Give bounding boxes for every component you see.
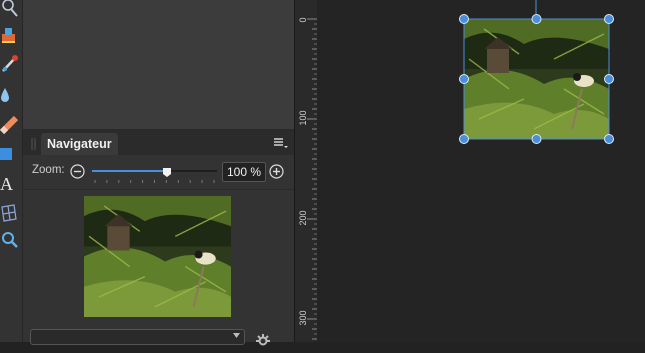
resize-handle-e[interactable] — [604, 74, 614, 84]
text-icon[interactable]: A — [0, 174, 20, 194]
ruler-label-0: 0 — [298, 17, 308, 22]
slider-ticks — [94, 180, 215, 183]
grip-icon[interactable] — [30, 137, 38, 150]
divider — [23, 189, 294, 190]
svg-text:A: A — [0, 174, 13, 194]
crop-icon[interactable] — [0, 0, 20, 20]
resize-handle-ne[interactable] — [604, 14, 614, 24]
fill-icon[interactable] — [0, 26, 20, 46]
ruler-label-200: 200 — [298, 210, 308, 225]
zoom-row: Zoom: 100 % — [23, 155, 294, 188]
navigator-preview-image[interactable] — [84, 196, 231, 317]
navigator-panel: Navigateur Zoom: 100 % — [23, 130, 294, 346]
view-dropdown[interactable] — [30, 329, 245, 345]
layers-panel-area — [23, 0, 294, 130]
resize-handle-s[interactable] — [531, 134, 542, 144]
zoom-slider[interactable] — [92, 167, 217, 187]
vertical-ruler[interactable]: 0 100 200 300 — [294, 0, 318, 342]
tools-toolbar: A — [0, 0, 23, 342]
ruler-label-300: 300 — [298, 310, 308, 325]
panel-header: Navigateur — [23, 130, 294, 155]
chevron-down-icon — [233, 333, 240, 338]
document-canvas[interactable] — [317, 0, 645, 342]
resize-handle-w[interactable] — [459, 74, 469, 84]
mesh-icon[interactable] — [0, 203, 20, 223]
ruler-label: 0 100 200 300 — [298, 17, 308, 325]
eraser-icon[interactable] — [0, 114, 20, 135]
gear-icon[interactable] — [256, 334, 270, 348]
tab-navigator[interactable]: Navigateur — [41, 133, 118, 155]
resize-handle-sw[interactable] — [459, 134, 469, 144]
eyedropper-icon[interactable] — [0, 86, 20, 106]
slider-fill — [92, 170, 167, 172]
menu-icon[interactable] — [274, 136, 288, 148]
selection-box[interactable] — [458, 13, 618, 147]
zoom-icon[interactable] — [0, 230, 20, 250]
minus-circle-icon[interactable] — [70, 164, 85, 179]
zoom-label: Zoom: — [32, 164, 65, 176]
ruler-label-100: 100 — [298, 110, 308, 125]
plus-circle-icon[interactable] — [269, 164, 284, 179]
resize-handle-nw[interactable] — [459, 14, 469, 24]
resize-handle-se[interactable] — [604, 134, 614, 144]
ruler-minor-ticks — [307, 18, 317, 340]
rectangle-icon[interactable] — [0, 144, 20, 164]
brush-icon[interactable] — [0, 54, 20, 74]
zoom-value-field[interactable]: 100 % — [222, 162, 266, 182]
resize-handle-n[interactable] — [531, 14, 542, 24]
slider-thumb[interactable] — [163, 168, 171, 177]
